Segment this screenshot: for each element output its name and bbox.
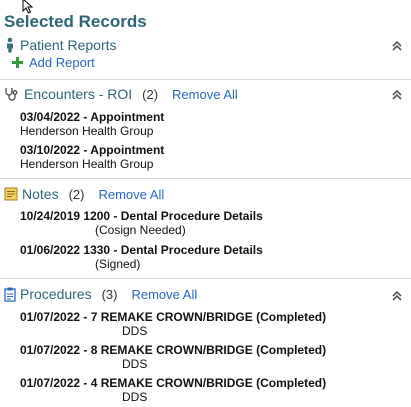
procedures-header: Procedures (3) Remove All bbox=[4, 285, 197, 303]
clipboard-icon bbox=[4, 287, 16, 302]
encounter-item[interactable]: 03/10/2022 - Appointment Henderson Healt… bbox=[20, 143, 164, 171]
notes-remove-all-link[interactable]: Remove All bbox=[98, 187, 164, 202]
procedure-item[interactable]: 01/07/2022 - 8 REMAKE CROWN/BRIDGE (Comp… bbox=[20, 343, 326, 371]
note-title: Dental Procedure Details bbox=[120, 243, 263, 257]
patient-reports-header: Patient Reports bbox=[4, 36, 117, 54]
patient-reports-label: Patient Reports bbox=[20, 37, 117, 53]
encounter-date: 03/04/2022 bbox=[20, 110, 81, 124]
plus-icon bbox=[12, 57, 23, 68]
separator: - bbox=[80, 343, 91, 357]
divider bbox=[0, 79, 411, 80]
note-status: (Signed) bbox=[95, 257, 141, 271]
note-title: Dental Procedure Details bbox=[120, 209, 263, 223]
procedures-label: Procedures bbox=[20, 286, 92, 302]
separator: - bbox=[80, 143, 91, 157]
note-datetime: 01/06/2022 1330 bbox=[20, 243, 111, 257]
separator: - bbox=[80, 376, 91, 390]
person-icon bbox=[7, 37, 13, 53]
selected-records-panel: Selected Records Patient Reports Add Rep… bbox=[0, 0, 411, 407]
procedure-item[interactable]: 01/07/2022 - 7 REMAKE CROWN/BRIDGE (Comp… bbox=[20, 310, 326, 338]
procedure-date: 01/07/2022 bbox=[20, 376, 81, 390]
encounters-remove-all-link[interactable]: Remove All bbox=[172, 87, 238, 102]
encounter-org: Henderson Health Group bbox=[20, 124, 154, 138]
collapse-encounters-icon[interactable] bbox=[391, 89, 403, 101]
note-item[interactable]: 10/24/2019 1200 - Dental Procedure Detai… bbox=[20, 209, 263, 237]
encounter-type: Appointment bbox=[90, 110, 165, 124]
procedure-provider: DDS bbox=[122, 324, 148, 338]
separator: - bbox=[110, 243, 121, 257]
note-status: (Cosign Needed) bbox=[95, 223, 186, 237]
note-item[interactable]: 01/06/2022 1330 - Dental Procedure Detai… bbox=[20, 243, 263, 271]
encounter-date: 03/10/2022 bbox=[20, 143, 81, 157]
procedure-item[interactable]: 01/07/2022 - 4 REMAKE CROWN/BRIDGE (Comp… bbox=[20, 376, 326, 404]
note-datetime: 10/24/2019 1200 bbox=[20, 209, 111, 223]
encounter-item[interactable]: 03/04/2022 - Appointment Henderson Healt… bbox=[20, 110, 164, 138]
notes-count: (2) bbox=[68, 186, 85, 202]
procedure-date: 01/07/2022 bbox=[20, 310, 81, 324]
note-icon bbox=[4, 187, 18, 201]
procedure-provider: DDS bbox=[122, 390, 148, 404]
separator: - bbox=[80, 110, 91, 124]
separator: - bbox=[110, 209, 121, 223]
procedure-date: 01/07/2022 bbox=[20, 343, 81, 357]
add-report-label: Add Report bbox=[29, 55, 95, 70]
notes-header: Notes (2) Remove All bbox=[4, 185, 164, 203]
panel-title: Selected Records bbox=[4, 12, 147, 31]
collapse-procedures-icon[interactable] bbox=[391, 290, 403, 302]
encounter-org: Henderson Health Group bbox=[20, 157, 154, 171]
encounters-header: Encounters - ROI (2) Remove All bbox=[4, 85, 238, 103]
stethoscope-icon bbox=[5, 88, 18, 101]
procedure-provider: DDS bbox=[122, 357, 148, 371]
encounters-count: (2) bbox=[142, 86, 159, 102]
encounters-label: Encounters - ROI bbox=[24, 86, 133, 102]
collapse-patient-reports-icon[interactable] bbox=[391, 40, 403, 52]
divider bbox=[0, 278, 411, 279]
procedure-desc: 7 REMAKE CROWN/BRIDGE (Completed) bbox=[90, 310, 327, 324]
separator: - bbox=[80, 310, 91, 324]
encounter-type: Appointment bbox=[90, 143, 165, 157]
procedure-desc: 8 REMAKE CROWN/BRIDGE (Completed) bbox=[90, 343, 327, 357]
procedure-desc: 4 REMAKE CROWN/BRIDGE (Completed) bbox=[90, 376, 327, 390]
procedures-remove-all-link[interactable]: Remove All bbox=[131, 287, 197, 302]
divider bbox=[0, 178, 411, 179]
procedures-count: (3) bbox=[101, 286, 118, 302]
notes-label: Notes bbox=[22, 186, 59, 202]
add-report-link[interactable]: Add Report bbox=[12, 55, 95, 70]
